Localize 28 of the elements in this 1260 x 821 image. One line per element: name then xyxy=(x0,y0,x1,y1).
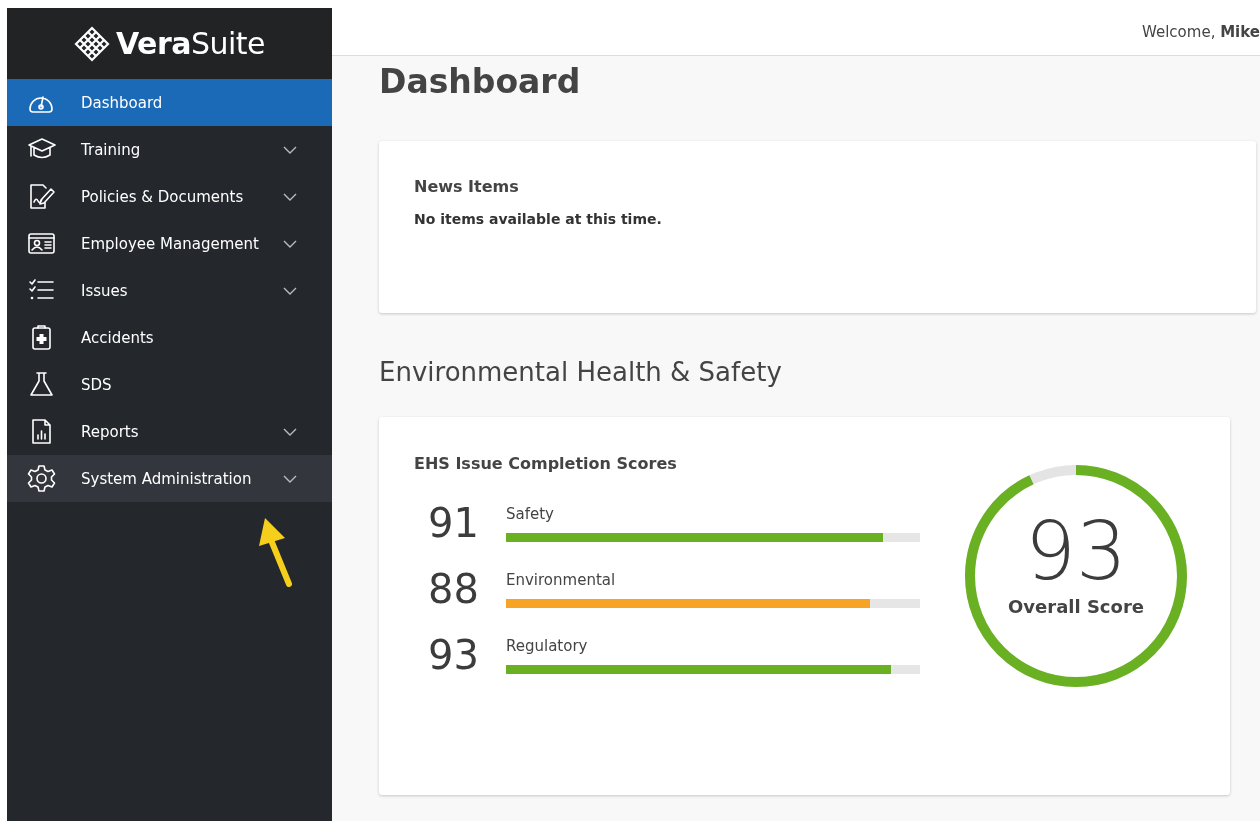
logo-text: VeraSuite xyxy=(115,26,266,61)
overall-score: 93 xyxy=(1025,512,1127,592)
overall-score-label: Overall Score xyxy=(1008,596,1144,617)
score-label: Regulatory xyxy=(506,636,589,655)
sidebar-item[interactable]: Employee Management xyxy=(7,220,332,267)
sidebar-item[interactable]: System Administration xyxy=(7,455,332,502)
welcome-text: Welcome, Mike xyxy=(1142,22,1260,41)
page-title: Dashboard xyxy=(379,62,582,101)
sidebar-item[interactable]: Reports xyxy=(7,408,332,455)
score-label: Environmental xyxy=(506,570,617,589)
logo-icon xyxy=(73,25,110,62)
sidebar-item[interactable]: Dashboard xyxy=(7,79,332,126)
section-title: Environmental Health & Safety xyxy=(379,357,783,387)
score-value: 93 xyxy=(427,632,480,678)
gear-icon xyxy=(27,464,56,493)
card-title: News Items xyxy=(414,177,520,196)
score-label: Safety xyxy=(506,504,555,523)
sidebar-item[interactable]: SDS xyxy=(7,361,332,408)
sidebar-item[interactable]: Policies & Documents xyxy=(7,173,332,220)
sidebar-item[interactable]: Issues xyxy=(7,267,332,314)
document-pen-icon xyxy=(27,182,56,211)
sidebar-item[interactable]: Training xyxy=(7,126,332,173)
empty-message: No items available at this time. xyxy=(414,211,663,227)
card-title: EHS Issue Completion Scores xyxy=(414,454,678,473)
score-value: 91 xyxy=(427,500,480,546)
score-value: 88 xyxy=(427,566,480,612)
sidebar-item[interactable]: Accidents xyxy=(7,314,332,361)
flask-icon xyxy=(27,370,56,399)
